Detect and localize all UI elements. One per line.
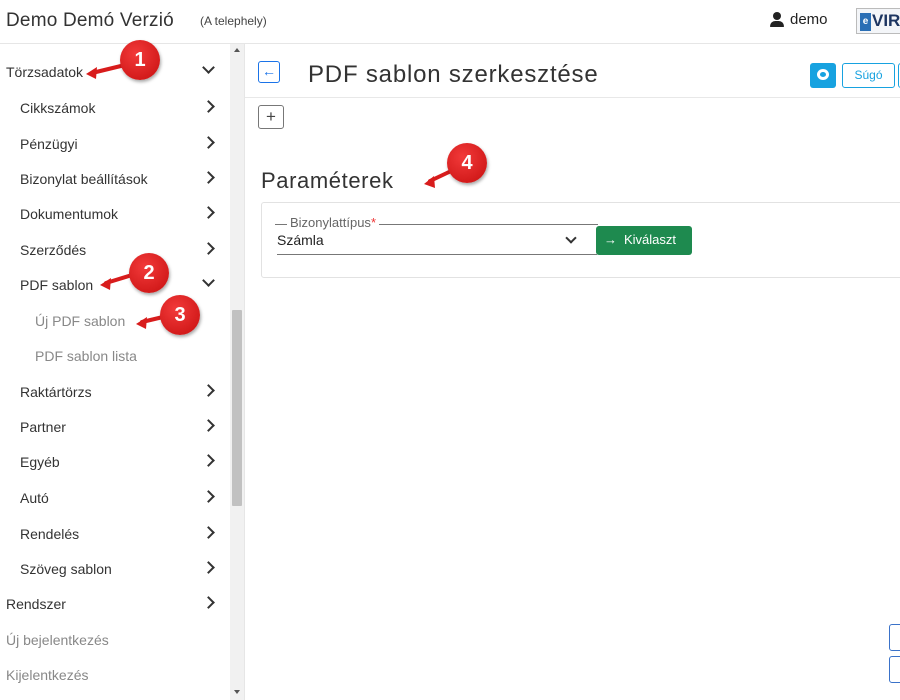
sidebar-item-label: Autó bbox=[20, 490, 49, 506]
sidebar-item-rendeles[interactable]: Rendelés bbox=[0, 516, 230, 552]
chevron-right-icon bbox=[202, 136, 215, 149]
sidebar-item-pdf-sablon-lista[interactable]: PDF sablon lista bbox=[0, 338, 230, 374]
sidebar-item-szerzodes[interactable]: Szerződés bbox=[0, 232, 230, 268]
sidebar-item-auto[interactable]: Autó bbox=[0, 480, 230, 516]
arrow-right-icon: → bbox=[604, 232, 617, 247]
chevron-down-icon bbox=[202, 61, 215, 74]
scroll-down-icon[interactable] bbox=[234, 690, 240, 694]
sidebar-item-label: Raktártörzs bbox=[20, 384, 92, 400]
sidebar-item-torzsadatok[interactable]: Törzsadatok bbox=[0, 54, 230, 90]
sidebar-item-label: Egyéb bbox=[20, 454, 60, 470]
required-mark: * bbox=[370, 215, 376, 230]
chat-button[interactable] bbox=[810, 63, 836, 88]
sidebar-item-label: Rendelés bbox=[20, 526, 80, 542]
scroll-bottom-button[interactable] bbox=[889, 656, 900, 683]
sidebar-item-szoveg-sablon[interactable]: Szöveg sablon bbox=[0, 551, 230, 587]
parameters-card: Bizonylattípus* Számla → Kiválaszt bbox=[261, 202, 900, 278]
sidebar-item-bizonylat-beallitasok[interactable]: Bizonylat beállítások bbox=[0, 161, 230, 197]
sidebar: Törzsadatok Cikkszámok Pénzügyi Bizonyla… bbox=[0, 44, 245, 700]
scrollbar-thumb[interactable] bbox=[232, 310, 242, 506]
logo-badge: e bbox=[860, 12, 871, 31]
sidebar-item-kijelentkezes[interactable]: Kijelentkezés bbox=[0, 657, 230, 693]
chevron-right-icon bbox=[202, 561, 215, 574]
logo-text: VIR bbox=[872, 11, 900, 30]
chevron-down-icon bbox=[202, 274, 215, 287]
chevron-right-icon bbox=[202, 384, 215, 397]
back-button[interactable]: ← bbox=[258, 61, 280, 83]
document-type-select[interactable]: Számla bbox=[277, 229, 597, 255]
sidebar-item-label: Szerződés bbox=[20, 242, 87, 258]
page-title: PDF sablon szerkesztése bbox=[308, 61, 599, 88]
sidebar-item-pdf-sablon[interactable]: PDF sablon bbox=[0, 267, 230, 303]
sidebar-item-raktartorzs[interactable]: Raktártörzs bbox=[0, 374, 230, 410]
sidebar-item-penzugyi[interactable]: Pénzügyi bbox=[0, 126, 230, 162]
annotation-badge-4: 4 bbox=[447, 143, 487, 183]
sidebar-item-label: Pénzügyi bbox=[20, 136, 78, 152]
sidebar-item-label: Cikkszámok bbox=[20, 100, 96, 116]
user-menu[interactable]: demo bbox=[770, 11, 828, 28]
sidebar-item-label: PDF sablon lista bbox=[35, 348, 137, 364]
sidebar-item-label: Törzsadatok bbox=[6, 64, 84, 80]
top-bar: Demo Demó Verzió (A telephely) demo e VIR bbox=[0, 0, 900, 44]
chat-bubble-icon bbox=[817, 69, 829, 80]
annotation-badge-2: 2 bbox=[129, 253, 169, 293]
scroll-up-icon[interactable] bbox=[234, 48, 240, 52]
page-header: ← PDF sablon szerkesztése Súgó bbox=[245, 44, 900, 98]
sidebar-item-label: Partner bbox=[20, 419, 66, 435]
sidebar-item-label: Rendszer bbox=[6, 596, 66, 612]
field-label-text: Bizonylattípus bbox=[290, 215, 371, 230]
vir-logo: e VIR bbox=[856, 8, 900, 34]
chevron-right-icon bbox=[202, 419, 215, 432]
chevron-right-icon bbox=[202, 596, 215, 609]
sidebar-item-partner[interactable]: Partner bbox=[0, 409, 230, 445]
chevron-right-icon bbox=[202, 206, 215, 219]
sidebar-item-label: Bizonylat beállítások bbox=[20, 171, 148, 187]
add-button[interactable]: + bbox=[258, 105, 284, 129]
scroll-top-button[interactable] bbox=[889, 624, 900, 651]
sidebar-item-label: Kijelentkezés bbox=[6, 667, 89, 683]
sidebar-item-label: Szöveg sablon bbox=[20, 561, 112, 577]
chevron-right-icon bbox=[202, 171, 215, 184]
chevron-right-icon bbox=[202, 526, 215, 539]
app-subtitle: (A telephely) bbox=[200, 14, 267, 28]
app-title: Demo Demó Verzió bbox=[6, 10, 174, 31]
choose-button[interactable]: → Kiválaszt bbox=[596, 226, 692, 255]
main-content: ← PDF sablon szerkesztése Súgó + Paramét… bbox=[245, 44, 900, 700]
user-name: demo bbox=[790, 11, 828, 28]
chevron-right-icon bbox=[202, 454, 215, 467]
annotation-badge-1: 1 bbox=[120, 40, 160, 80]
help-button[interactable]: Súgó bbox=[842, 63, 895, 88]
sidebar-item-dokumentumok[interactable]: Dokumentumok bbox=[0, 196, 230, 232]
annotation-badge-3: 3 bbox=[160, 295, 200, 335]
sidebar-item-egyeb[interactable]: Egyéb bbox=[0, 444, 230, 480]
sidebar-item-cikkszamok[interactable]: Cikkszámok bbox=[0, 90, 230, 126]
section-title: Paraméterek bbox=[261, 168, 394, 193]
field-label: Bizonylattípus* bbox=[287, 215, 379, 230]
chevron-down-icon bbox=[565, 232, 577, 244]
chevron-right-icon bbox=[202, 100, 215, 113]
sidebar-item-label: Új bejelentkezés bbox=[6, 632, 109, 648]
select-value: Számla bbox=[277, 232, 324, 248]
chevron-right-icon bbox=[202, 242, 215, 255]
sidebar-scrollbar[interactable] bbox=[230, 44, 244, 700]
sidebar-item-rendszer[interactable]: Rendszer bbox=[0, 586, 230, 622]
sidebar-item-label: PDF sablon bbox=[20, 277, 94, 293]
sidebar-item-label: Dokumentumok bbox=[20, 206, 119, 222]
user-icon bbox=[770, 11, 784, 28]
sidebar-item-label: Új PDF sablon bbox=[35, 313, 126, 329]
chevron-right-icon bbox=[202, 490, 215, 503]
sidebar-item-uj-bejelentkezes[interactable]: Új bejelentkezés bbox=[0, 622, 230, 658]
choose-button-label: Kiválaszt bbox=[624, 232, 677, 247]
